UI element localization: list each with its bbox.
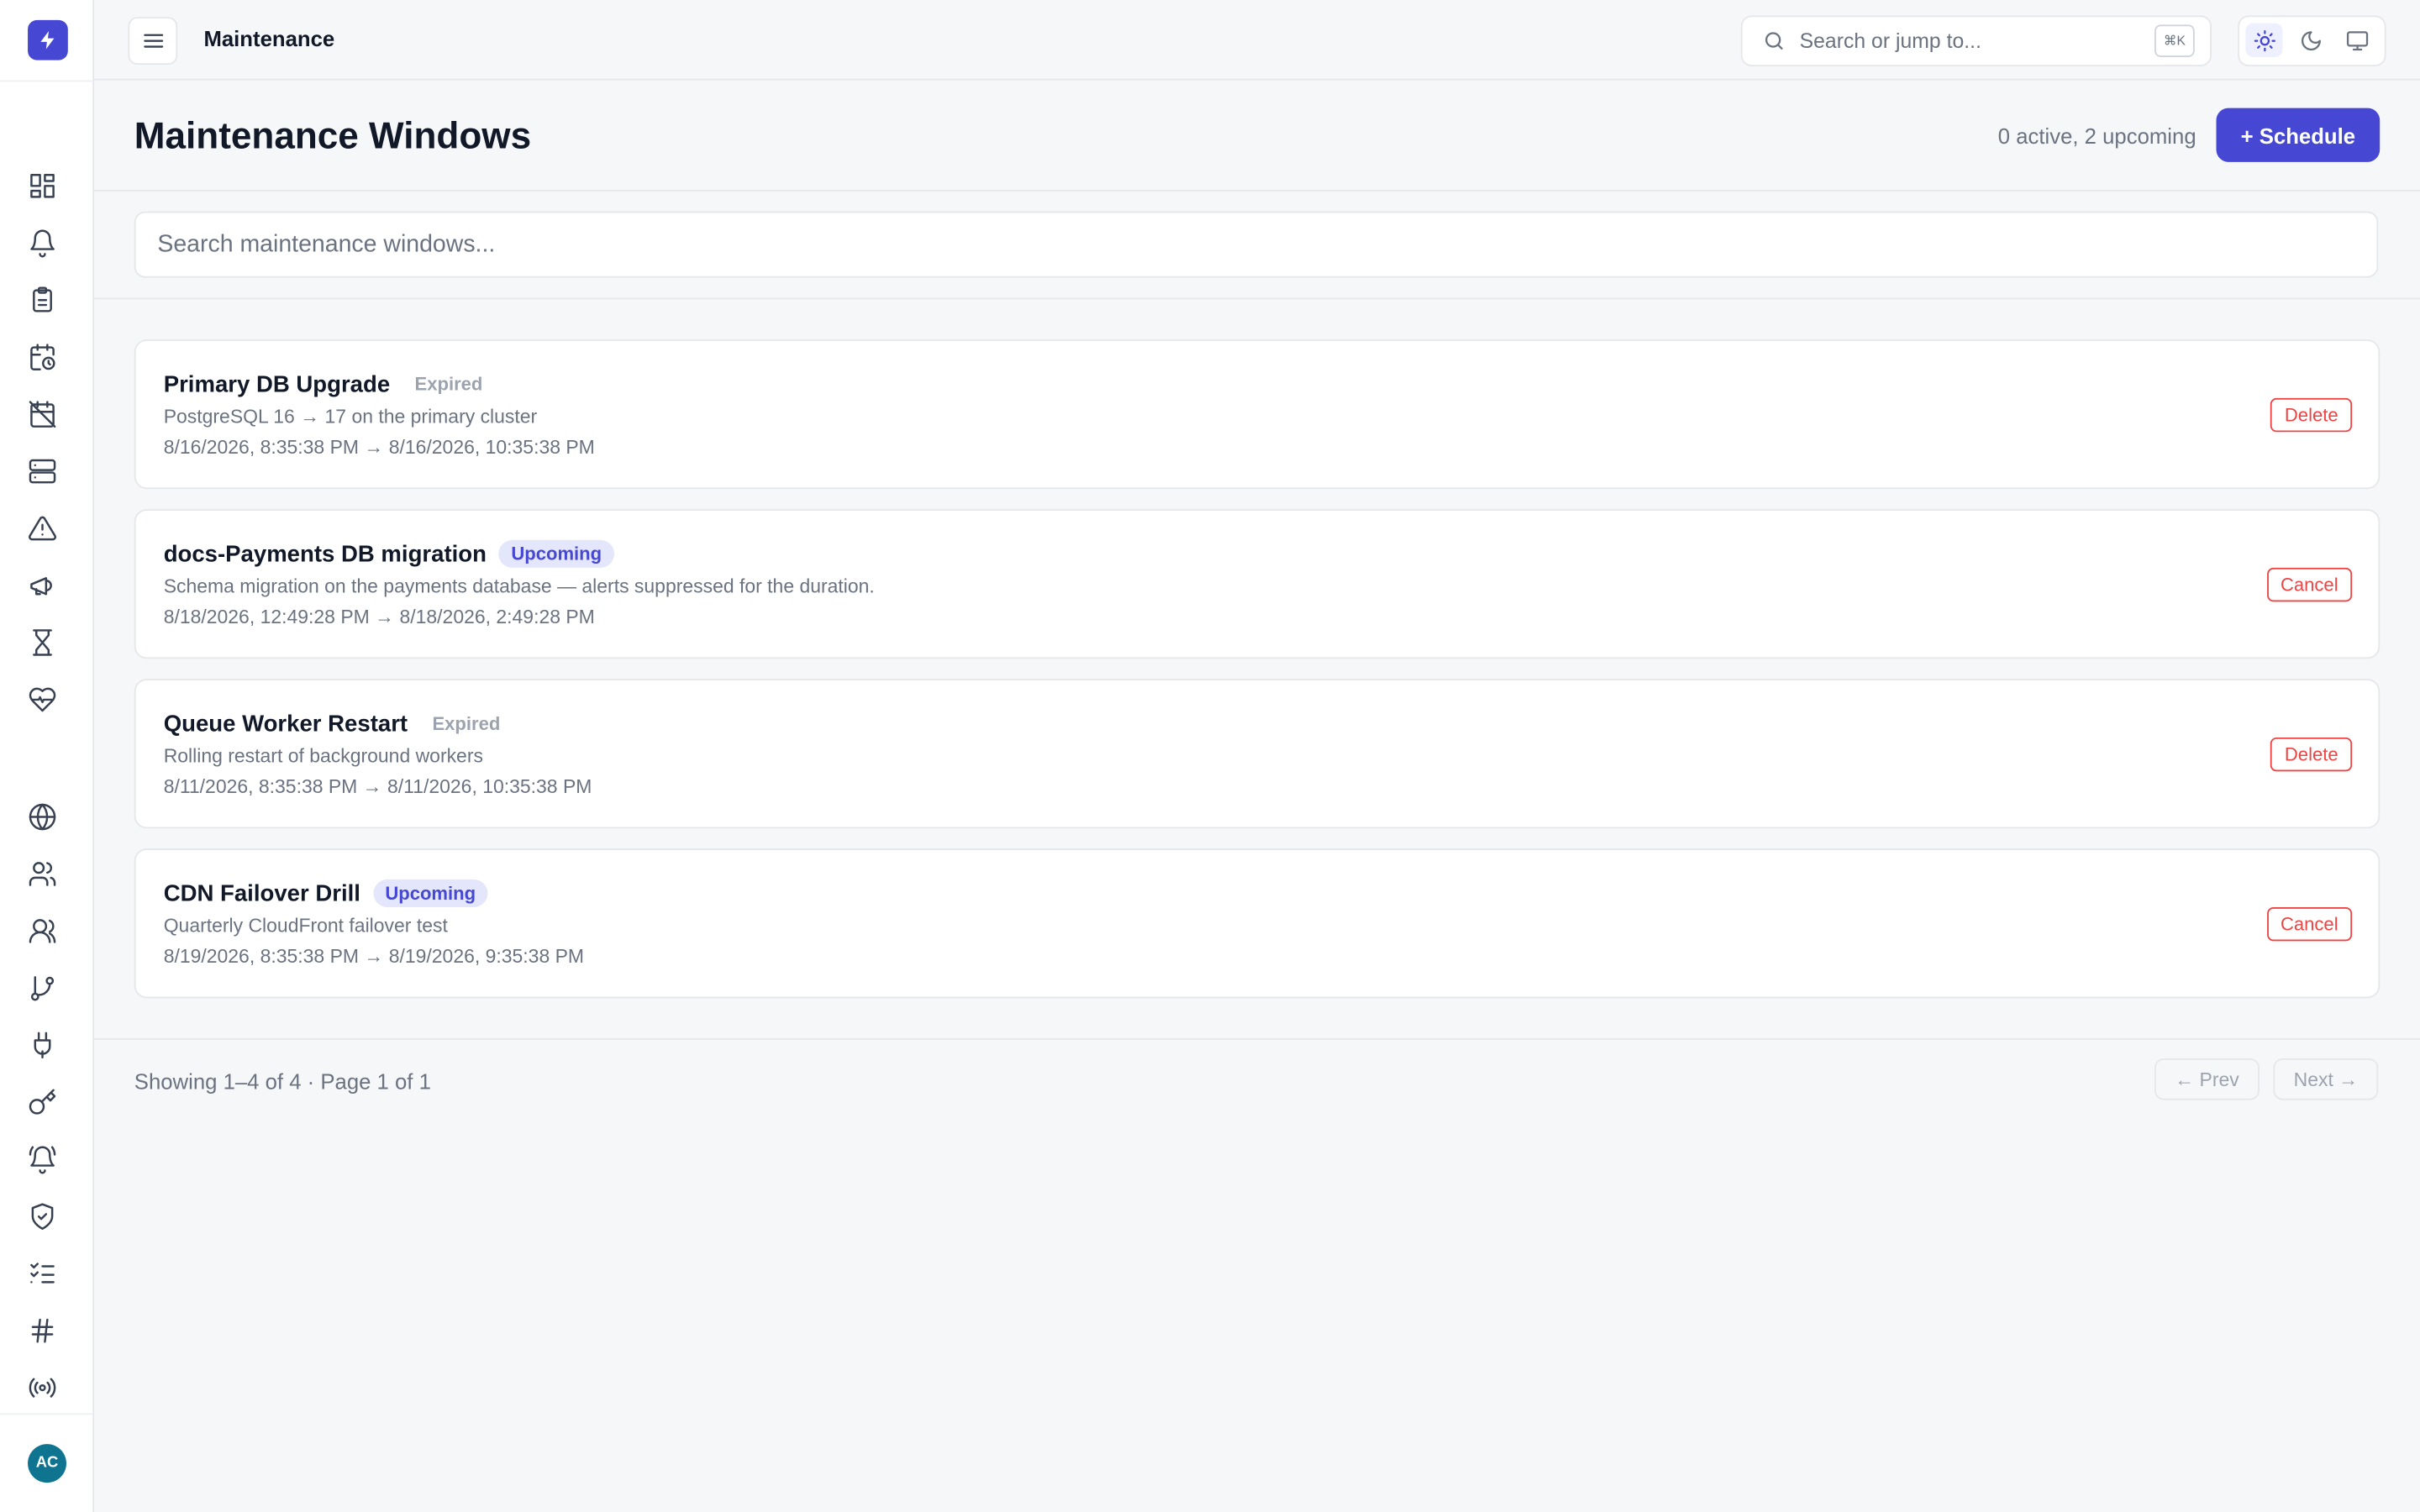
cancel-button[interactable]: Cancel	[2266, 567, 2353, 602]
menu-toggle-button[interactable]	[128, 17, 178, 66]
key-icon[interactable]	[26, 1086, 57, 1117]
users-icon[interactable]	[26, 858, 57, 889]
search-icon	[1765, 32, 1783, 50]
calendar-clock-icon[interactable]	[26, 341, 57, 372]
maintenance-search-input[interactable]: Search maintenance windows...	[134, 211, 2379, 278]
hourglass-icon[interactable]	[26, 627, 57, 658]
status-summary: 0 active, 2 upcoming	[1997, 123, 2196, 149]
list-checks-icon[interactable]	[26, 1257, 57, 1289]
delete-button[interactable]: Delete	[2270, 737, 2353, 772]
pagination: Showing 1–4 of 4 · Page 1 of 1 ← Prev Ne…	[94, 1038, 2420, 1132]
app: AC Maintenance Search or jump to... ⌘K M…	[0, 0, 2420, 1512]
team-icon[interactable]	[26, 915, 57, 946]
menu-icon	[143, 34, 163, 48]
alert-triangle-icon[interactable]	[26, 512, 57, 543]
status-badge: Upcoming	[498, 539, 614, 568]
status-badge: Expired	[414, 373, 483, 396]
shortcut-hint: ⌘K	[2154, 24, 2195, 57]
window-name: CDN Failover Drill Upcoming	[164, 879, 488, 907]
prev-page-button[interactable]: ← Prev	[2154, 1058, 2260, 1100]
status-badge: Upcoming	[372, 879, 488, 907]
window-time-range: 8/19/2026, 8:35:38 PM → 8/19/2026, 9:35:…	[163, 945, 585, 968]
search-placeholder: Search or jump to...	[1799, 29, 1981, 53]
bell-ring-icon[interactable]	[26, 1143, 57, 1174]
globe-icon[interactable]	[26, 801, 57, 832]
status-badge: Expired	[432, 712, 501, 735]
moon-icon[interactable]	[2291, 24, 2328, 57]
page-title: Maintenance Windows	[134, 115, 532, 158]
monitor-icon[interactable]	[2338, 24, 2375, 57]
hash-icon[interactable]	[26, 1315, 57, 1346]
shield-check-icon[interactable]	[26, 1200, 57, 1231]
list-item: docs-Payments DB migration Upcoming Schem…	[134, 509, 2381, 659]
sidebar: AC	[0, 0, 95, 1512]
bolt-icon[interactable]	[28, 19, 68, 60]
window-description: Schema migration on the payments databas…	[163, 575, 875, 597]
server-icon[interactable]	[26, 455, 57, 486]
dashboard-icon[interactable]	[26, 170, 57, 201]
list-item: Queue Worker Restart Expired Rolling rest…	[134, 679, 2381, 829]
list-item: Primary DB Upgrade Expired PostgreSQL 16 …	[134, 339, 2381, 490]
filter-bar: Search maintenance windows...	[94, 192, 2420, 300]
theme-switcher	[2238, 15, 2386, 66]
breadcrumb: Maintenance	[203, 26, 335, 51]
window-time-range: 8/16/2026, 8:35:38 PM → 8/16/2026, 10:35…	[163, 436, 595, 459]
topbar: Maintenance Search or jump to... ⌘K	[94, 0, 2420, 81]
calendar-off-icon[interactable]	[26, 398, 57, 429]
window-time-range: 8/18/2026, 12:49:28 PM → 8/18/2026, 2:49…	[163, 606, 595, 628]
cancel-button[interactable]: Cancel	[2266, 906, 2353, 942]
sun-icon[interactable]	[2245, 23, 2283, 57]
bell-icon[interactable]	[26, 227, 57, 258]
global-search-input[interactable]: Search or jump to... ⌘K	[1740, 15, 2212, 66]
radio-icon[interactable]	[26, 1372, 57, 1403]
git-branch-icon[interactable]	[26, 972, 57, 1003]
schedule-button[interactable]: + Schedule	[2216, 108, 2381, 162]
window-name: Queue Worker Restart Expired	[164, 710, 513, 738]
page-header: Maintenance Windows 0 active, 2 upcoming…	[94, 81, 2420, 192]
pagination-summary: Showing 1–4 of 4 · Page 1 of 1	[134, 1068, 431, 1095]
megaphone-icon[interactable]	[26, 570, 57, 601]
next-page-button[interactable]: Next →	[2273, 1058, 2379, 1100]
search-placeholder: Search maintenance windows...	[157, 231, 496, 258]
window-description: PostgreSQL 16 → 17 on the primary cluste…	[163, 406, 538, 428]
clipboard-icon[interactable]	[26, 284, 57, 315]
window-description: Quarterly CloudFront failover test	[163, 915, 448, 937]
window-time-range: 8/11/2026, 8:35:38 PM → 8/11/2026, 10:35…	[163, 775, 592, 798]
heart-pulse-icon[interactable]	[26, 684, 57, 715]
list-item: CDN Failover Drill Upcoming Quarterly Clo…	[134, 848, 2381, 999]
window-name: Primary DB Upgrade Expired	[164, 370, 495, 398]
plug-icon[interactable]	[26, 1029, 57, 1060]
window-description: Rolling restart of background workers	[163, 745, 483, 767]
avatar[interactable]: AC	[28, 1444, 66, 1483]
window-name: docs-Payments DB migration Upcoming	[164, 539, 614, 568]
delete-button[interactable]: Delete	[2270, 397, 2353, 433]
